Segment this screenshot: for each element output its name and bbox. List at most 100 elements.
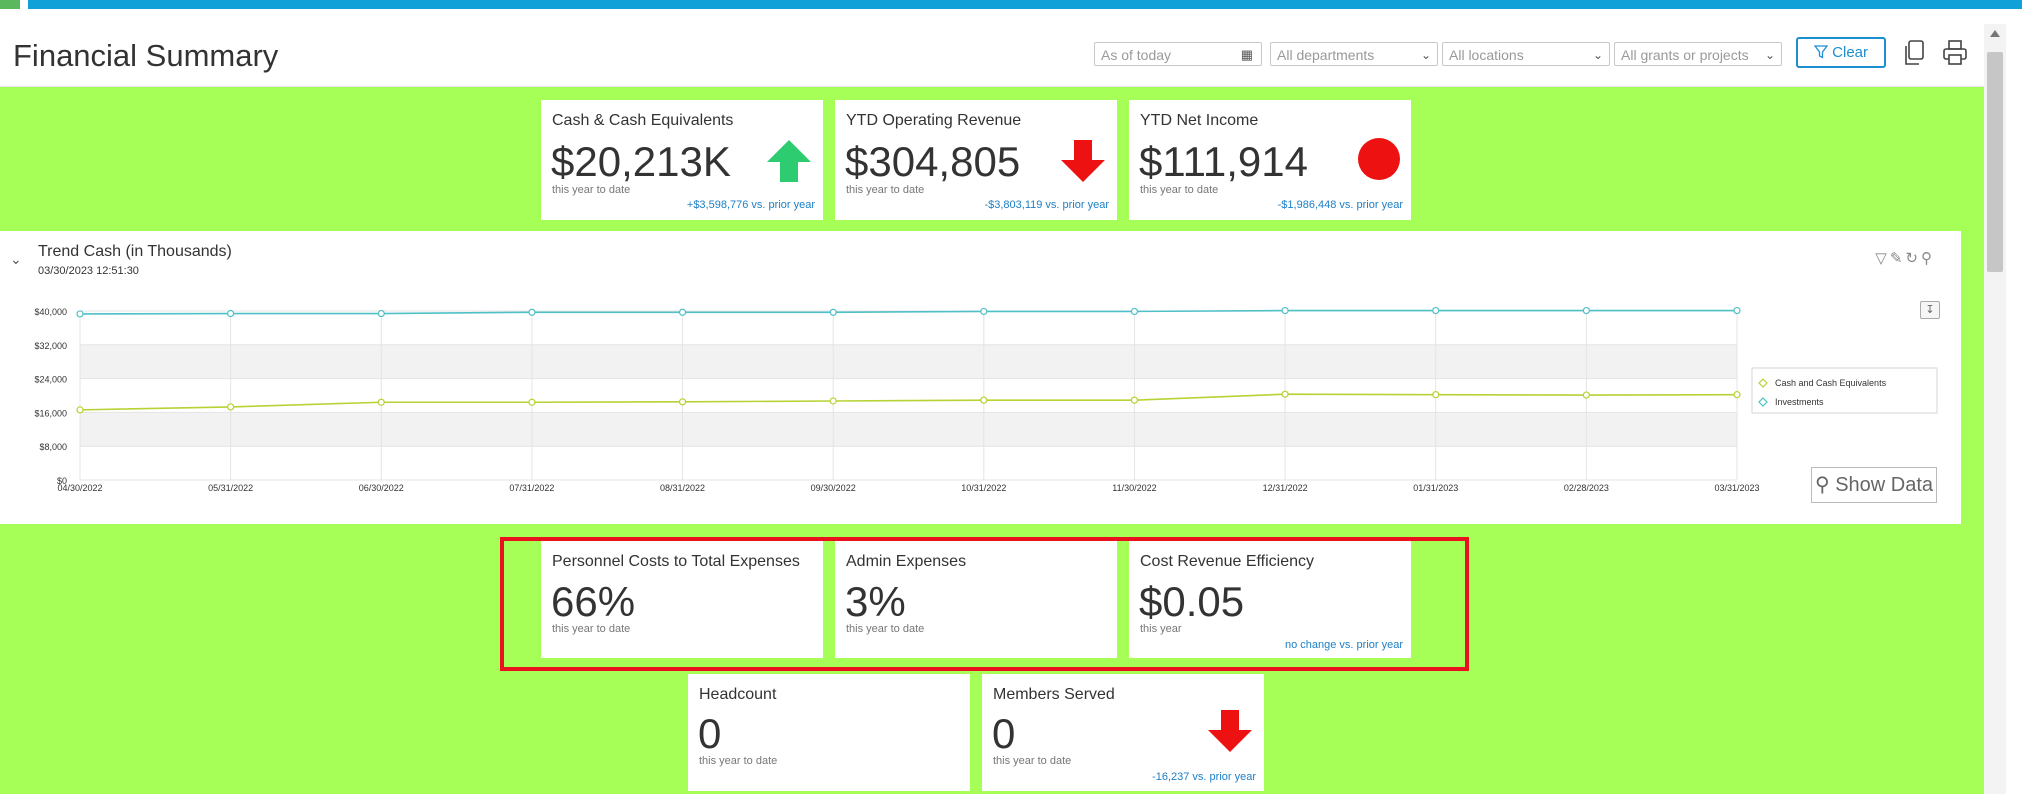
x-tick-label: 01/31/2023 xyxy=(1413,483,1458,493)
date-filter-placeholder: As of today xyxy=(1101,47,1172,63)
kpi-card-operating-revenue[interactable]: YTD Operating Revenue $304,805 this year… xyxy=(835,100,1117,220)
grants-select[interactable]: All grants or projects ⌄ xyxy=(1614,42,1782,66)
kpi-compare: -16,237 vs. prior year xyxy=(1152,771,1256,783)
data-point xyxy=(528,398,536,406)
data-point xyxy=(829,397,837,405)
data-point xyxy=(1130,307,1139,316)
data-point xyxy=(377,309,385,318)
copy-icon[interactable] xyxy=(1902,38,1930,68)
data-point xyxy=(678,308,687,316)
page-header: Financial Summary As of today ▦ All depa… xyxy=(0,24,1984,87)
data-point xyxy=(377,398,385,406)
kpi-card-headcount[interactable]: Headcount 0 this year to date xyxy=(688,674,970,791)
x-tick-label: 02/28/2023 xyxy=(1564,483,1609,493)
top-accent-bar xyxy=(0,0,2022,10)
x-tick-label: 07/31/2022 xyxy=(509,483,554,493)
y-tick-label: $8,000 xyxy=(39,442,67,452)
kpi-label: Headcount xyxy=(699,686,777,703)
arrow-down-icon xyxy=(1061,140,1105,182)
chevron-down-icon: ⌄ xyxy=(1420,48,1431,62)
data-point xyxy=(1281,390,1289,398)
kpi-subtext: this year to date xyxy=(552,184,631,196)
x-tick-label: 09/30/2022 xyxy=(811,483,856,493)
x-tick-label: 10/31/2022 xyxy=(961,483,1006,493)
kpi-subtext: this year to date xyxy=(993,755,1072,767)
data-point xyxy=(1432,391,1440,399)
accent-blue xyxy=(28,0,2022,9)
x-tick-label: 03/31/2023 xyxy=(1714,483,1759,493)
locations-value: All locations xyxy=(1449,47,1524,63)
kpi-subtext: this year to date xyxy=(1140,184,1219,196)
kpi-subtext: this year to date xyxy=(699,755,778,767)
data-point xyxy=(227,403,235,411)
grants-value: All grants or projects xyxy=(1621,47,1749,63)
data-point xyxy=(76,406,84,414)
x-tick-label: 11/30/2022 xyxy=(1112,483,1156,493)
clear-button[interactable]: Clear xyxy=(1796,37,1886,68)
data-point xyxy=(76,310,84,318)
x-tick-label: 08/31/2022 xyxy=(660,483,705,493)
data-point xyxy=(829,308,837,316)
kpi-label: YTD Net Income xyxy=(1140,112,1259,129)
arrow-down-icon xyxy=(1208,710,1252,752)
print-icon[interactable] xyxy=(1941,38,1969,68)
kpi-label: YTD Operating Revenue xyxy=(846,112,1022,129)
data-point xyxy=(1130,396,1139,404)
kpi-value: $20,213K xyxy=(551,138,731,185)
kpi-subtext: this year to date xyxy=(846,184,925,196)
data-point xyxy=(980,307,988,316)
scroll-up-icon[interactable] xyxy=(1990,30,2000,37)
data-point xyxy=(1281,306,1289,315)
filter-icon xyxy=(1813,45,1829,59)
kpi-card-net-income[interactable]: YTD Net Income $111,914 this year to dat… xyxy=(1129,100,1411,220)
legend-label: Investments xyxy=(1775,397,1824,407)
y-tick-label: $24,000 xyxy=(34,375,67,385)
locations-select[interactable]: All locations ⌄ xyxy=(1442,42,1610,66)
kpi-value: $111,914 xyxy=(1139,138,1308,185)
legend-label: Cash and Cash Equivalents xyxy=(1775,378,1887,388)
data-point xyxy=(1733,306,1741,315)
kpi-label: Cash & Cash Equivalents xyxy=(552,112,734,129)
y-tick-label: $16,000 xyxy=(34,408,67,418)
series-line xyxy=(79,393,1738,411)
kpi-card-members-served[interactable]: Members Served 0 this year to date -16,2… xyxy=(982,674,1264,791)
x-tick-label: 06/30/2022 xyxy=(359,483,404,493)
y-tick-label: $40,000 xyxy=(34,307,67,317)
data-point xyxy=(1582,391,1590,399)
data-point xyxy=(678,398,687,406)
chevron-down-icon: ⌄ xyxy=(1764,48,1775,62)
departments-value: All departments xyxy=(1277,47,1375,63)
arrow-up-icon xyxy=(767,140,811,182)
x-tick-label: 12/31/2022 xyxy=(1263,483,1308,493)
page-scrollbar[interactable] xyxy=(1984,24,2006,794)
trend-chart: $40,000$32,000$24,000$16,000$8,000$004/3… xyxy=(34,306,1938,493)
highlight-box xyxy=(500,537,1469,671)
data-point xyxy=(1733,391,1741,399)
kpi-card-cash[interactable]: Cash & Cash Equivalents $20,213K this ye… xyxy=(541,100,823,220)
data-point xyxy=(1432,306,1440,315)
chevron-down-icon: ⌄ xyxy=(1592,48,1603,62)
data-point xyxy=(1582,306,1590,315)
kpi-value: $304,805 xyxy=(845,138,1021,185)
calendar-icon[interactable]: ▦ xyxy=(1241,43,1253,67)
grid-band xyxy=(80,412,1737,447)
x-tick-label: 05/31/2022 xyxy=(208,483,253,493)
y-tick-label: $32,000 xyxy=(34,341,67,351)
kpi-compare: +$3,598,776 vs. prior year xyxy=(686,199,815,211)
date-filter[interactable]: As of today ▦ xyxy=(1094,42,1262,66)
status-circle-icon xyxy=(1358,138,1400,180)
x-tick-label: 04/30/2022 xyxy=(57,483,102,493)
show-data-button[interactable]: ⚲ Show Data xyxy=(1811,467,1937,503)
search-icon: ⚲ xyxy=(1814,474,1830,496)
page-title: Financial Summary xyxy=(13,38,279,73)
accent-green xyxy=(0,0,20,9)
grid-band xyxy=(80,344,1737,379)
scrollbar-thumb[interactable] xyxy=(1987,52,2003,272)
kpi-value: 0 xyxy=(992,710,1016,757)
kpi-value: 0 xyxy=(698,710,722,757)
departments-select[interactable]: All departments ⌄ xyxy=(1270,42,1438,66)
kpi-label: Members Served xyxy=(993,686,1115,703)
data-point xyxy=(528,308,536,316)
kpi-compare: -$1,986,448 vs. prior year xyxy=(1277,199,1403,211)
clear-label: Clear xyxy=(1832,44,1869,61)
